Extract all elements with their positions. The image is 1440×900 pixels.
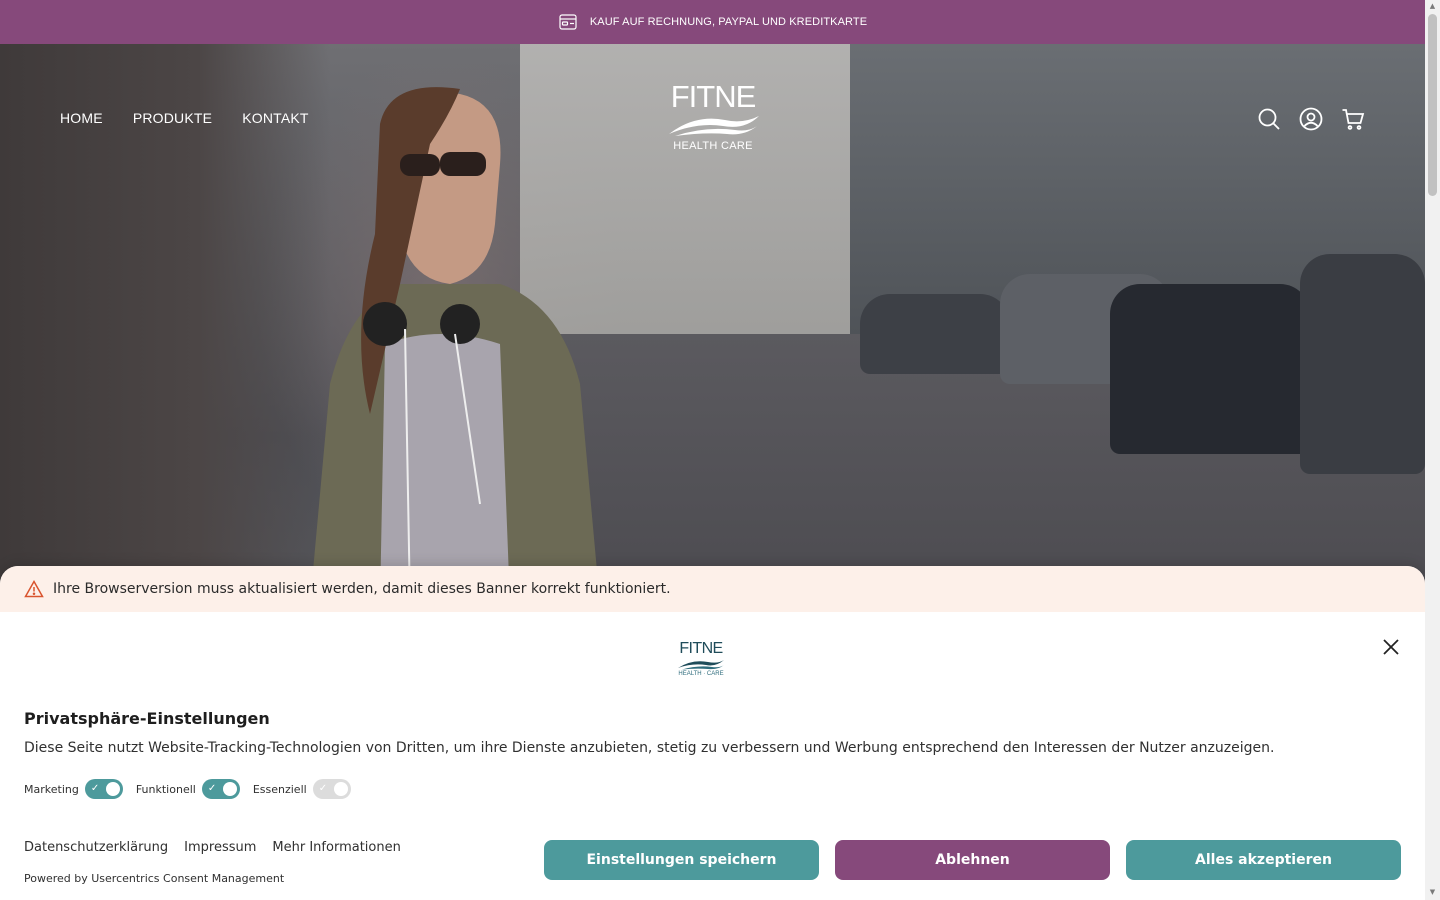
logo-tagline: HEALTH CARE bbox=[673, 140, 753, 152]
toggle-label: Marketing bbox=[24, 782, 79, 796]
toggle-label: Essenziell bbox=[252, 782, 307, 796]
more-info-link[interactable]: Mehr Informationen bbox=[272, 840, 400, 855]
check-icon: ✓ bbox=[207, 783, 217, 794]
privacy-policy-link[interactable]: Datenschutzerklärung bbox=[24, 840, 168, 855]
announcement-bar: KAUF AUF RECHNUNG, PAYPAL UND KREDITKART… bbox=[0, 0, 1425, 44]
payment-card-icon bbox=[558, 12, 578, 32]
consent-toggles: Marketing ✓ Funktionell ✓ Essenziell ✓ bbox=[24, 779, 351, 799]
funktionell-switch[interactable]: ✓ bbox=[201, 779, 240, 799]
warning-text: Ihre Browserversion muss aktualisiert we… bbox=[53, 581, 671, 597]
hero-car bbox=[1110, 284, 1310, 454]
scrollbar-thumb[interactable] bbox=[1428, 14, 1437, 196]
page: KAUF AUF RECHNUNG, PAYPAL UND KREDITKART… bbox=[0, 0, 1440, 900]
imprint-link[interactable]: Impressum bbox=[184, 840, 256, 855]
consent-logo: FITNE HEALTH · CARE bbox=[675, 640, 727, 682]
consent-title: Privatsphäre-Einstellungen bbox=[24, 709, 270, 728]
consent-logo-wordmark: FITNE bbox=[679, 640, 723, 657]
consent-logo-tagline: HEALTH · CARE bbox=[678, 671, 724, 677]
essenziell-switch: ✓ bbox=[312, 779, 351, 799]
consent-description: Diese Seite nutzt Website-Tracking-Techn… bbox=[24, 740, 1275, 756]
toggle-marketing: Marketing ✓ bbox=[24, 779, 123, 799]
powered-by: Powered by Usercentrics Consent Manageme… bbox=[24, 872, 285, 885]
browser-warning: Ihre Browserversion muss aktualisiert we… bbox=[0, 566, 1425, 612]
logo-wordmark: FITNE bbox=[670, 79, 757, 114]
toggle-funktionell: Funktionell ✓ bbox=[136, 779, 240, 799]
scroll-down-arrow-icon[interactable]: ▼ bbox=[1428, 888, 1437, 898]
site-logo[interactable]: FITNE HEALTH CARE bbox=[660, 80, 766, 162]
hero-car bbox=[1300, 254, 1425, 474]
marketing-switch[interactable]: ✓ bbox=[84, 779, 123, 799]
check-icon: ✓ bbox=[90, 783, 100, 794]
check-icon: ✓ bbox=[318, 783, 328, 794]
account-icon[interactable] bbox=[1299, 107, 1323, 131]
accept-all-button[interactable]: Alles akzeptieren bbox=[1126, 840, 1401, 880]
search-icon[interactable] bbox=[1257, 107, 1281, 131]
toggle-label: Funktionell bbox=[135, 782, 196, 796]
hero-car bbox=[860, 294, 1010, 374]
consent-links: Datenschutzerklärung Impressum Mehr Info… bbox=[24, 840, 401, 855]
close-icon[interactable] bbox=[1380, 636, 1402, 658]
hero-wall bbox=[0, 44, 330, 604]
nav-home[interactable]: HOME bbox=[60, 110, 103, 126]
toggle-essenziell: Essenziell ✓ bbox=[253, 779, 351, 799]
deny-button[interactable]: Ablehnen bbox=[835, 840, 1110, 880]
main-nav: HOME PRODUKTE KONTAKT bbox=[60, 110, 309, 126]
consent-logo-wave-icon bbox=[678, 660, 724, 670]
nav-kontakt[interactable]: KONTAKT bbox=[242, 110, 308, 126]
logo-wave-icon bbox=[669, 116, 759, 136]
save-settings-button[interactable]: Einstellungen speichern bbox=[544, 840, 819, 880]
page-scrollbar[interactable]: ▲ ▼ bbox=[1425, 0, 1440, 900]
nav-produkte[interactable]: PRODUKTE bbox=[133, 110, 212, 126]
warning-icon bbox=[24, 579, 44, 599]
scroll-up-arrow-icon[interactable]: ▲ bbox=[1428, 2, 1437, 12]
header-actions bbox=[1257, 107, 1365, 131]
announcement-text: KAUF AUF RECHNUNG, PAYPAL UND KREDITKART… bbox=[589, 16, 868, 28]
cart-icon[interactable] bbox=[1341, 107, 1365, 131]
hero-woman-figure bbox=[310, 87, 600, 604]
consent-banner: Ihre Browserversion muss aktualisiert we… bbox=[0, 566, 1425, 900]
